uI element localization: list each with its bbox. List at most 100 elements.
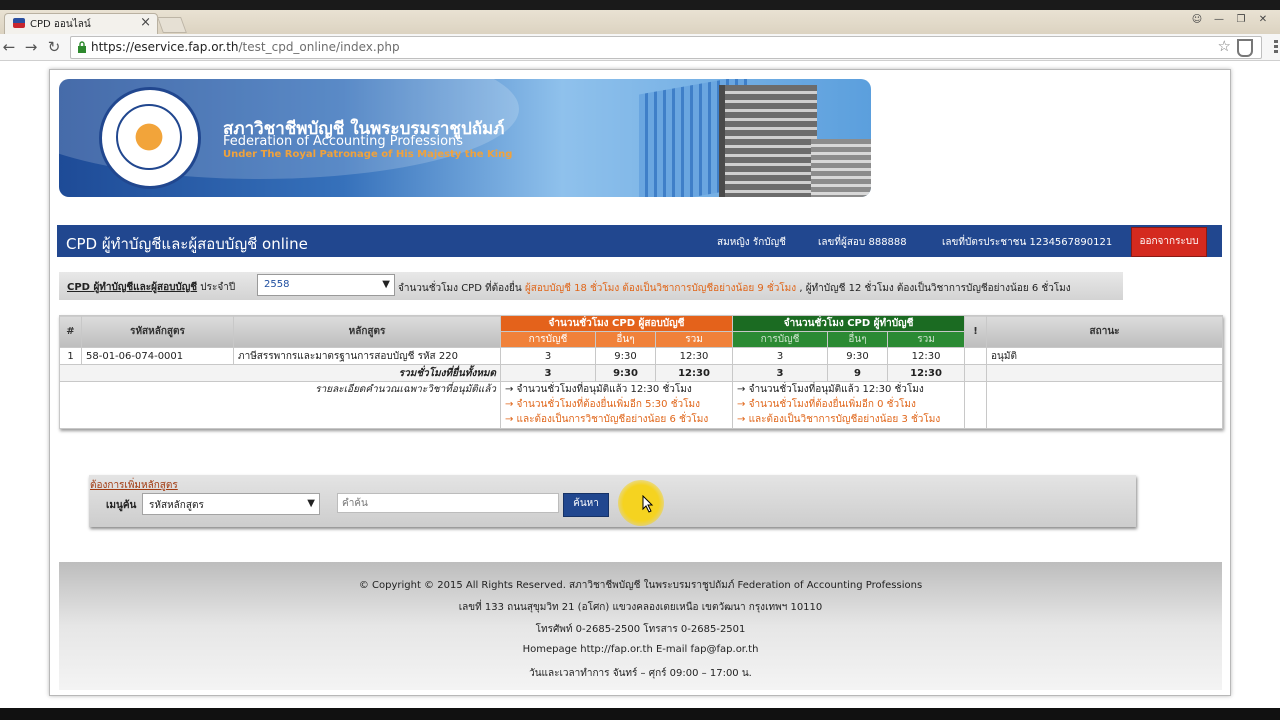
row-no: 1 — [59, 347, 82, 365]
summary-aud-total: 12:30 — [654, 364, 734, 382]
footer-web: Homepage http://fap.or.th E-mail fap@fap… — [522, 644, 759, 655]
row-code: 58-01-06-074-0001 — [81, 347, 234, 365]
search-by-label: เมนูค้น — [106, 500, 137, 511]
summary-acc-accounting: 3 — [732, 364, 829, 382]
filter-label-suffix: ประจำปี — [197, 282, 236, 293]
filter-label: CPD ผู้ทำบัญชีและผู้สอบบัญชี ประจำปี — [67, 280, 235, 295]
cpd-hours-table: # รหัสหลักสูตร หลักสูตร จำนวนชั่วโมง CPD… — [59, 315, 1224, 429]
window-controls: ☺ — ❐ ✕ — [1188, 12, 1272, 30]
banner-building-side — [811, 139, 871, 197]
col-aud-total: รวม — [654, 331, 734, 348]
detail-row: รายละเอียดคำนวณเฉพาะวิชาที่อนุมัติแล้ว →… — [59, 381, 1224, 429]
org-name-en: Federation of Accounting Professions — [223, 134, 464, 149]
note-auditor: ผู้สอบบัญชี 18 ชั่วโมง ต้องเป็นวิชาการบั… — [524, 283, 797, 294]
col-status: สถานะ — [986, 315, 1224, 348]
menu-icon[interactable] — [1274, 40, 1278, 54]
year-select[interactable]: 2558 ▼ — [257, 274, 395, 296]
exam-number: เลขที่ผู้สอบ 888888 — [818, 237, 907, 248]
summary-label: รวมชั่วโมงที่ยื่นทั้งหมด — [59, 364, 501, 382]
col-auditor-group: จำนวนชั่วโมง CPD ผู้สอบบัญชี — [499, 315, 734, 332]
col-aud-other: อื่นๆ — [595, 331, 656, 348]
detail-flag — [964, 381, 988, 429]
row-aud-other: 9:30 — [595, 347, 656, 365]
summary-acc-other: 9 — [827, 364, 889, 382]
footer-hours: วันและเวลาทำการ จันทร์ – ศุกร์ 09:00 – 1… — [529, 668, 752, 679]
summary-flag — [964, 364, 988, 382]
tab-title: CPD ออนไลน์ — [30, 19, 91, 30]
site-favicon-icon — [13, 18, 25, 28]
bookmark-star-icon[interactable]: ☆ — [1218, 37, 1231, 55]
footer-copyright: © Copyright © 2015 All Rights Reserved. … — [358, 580, 923, 591]
footer-phone: โทรศัพท์ 0-2685-2500 โทรสาร 0-2685-2501 — [535, 624, 746, 635]
search-by-value: รหัสหลักสูตร — [149, 500, 204, 511]
keyword-input[interactable] — [337, 493, 559, 513]
site-banner: สภาวิชาชีพบัญชี ในพระบรมราชูปถัมภ์ Feder… — [59, 79, 871, 197]
close-window-icon[interactable]: ✕ — [1254, 12, 1272, 28]
summary-row: รวมชั่วโมงที่ยื่นทั้งหมด 3 9:30 12:30 3 … — [59, 364, 1224, 382]
detail-accountant: → จำนวนชั่วโมงที่อนุมัติแล้ว 12:30 ชั่วโ… — [732, 381, 966, 429]
browser-tab[interactable]: CPD ออนไลน์ × — [4, 13, 158, 35]
row-aud-accounting: 3 — [500, 347, 596, 365]
back-icon[interactable]: ← — [0, 37, 18, 57]
page-container: สภาวิชาชีพบัญชี ในพระบรมราชูปถัมภ์ Feder… — [49, 69, 1231, 696]
row-course: ภาษีสรรพากรและมาตรฐานการสอบบัญชี รหัส 22… — [233, 347, 501, 365]
detail-auditor: → จำนวนชั่วโมงที่อนุมัติแล้ว 12:30 ชั่วโ… — [499, 381, 734, 429]
search-button[interactable]: ค้นหา — [563, 493, 609, 517]
add-course-link[interactable]: ต้องการเพิ่มหลักสูตร — [90, 478, 178, 493]
cpd-requirement-note: จำนวนชั่วโมง CPD ที่ต้องยื่น ผู้สอบบัญชี… — [398, 281, 1071, 296]
tab-close-icon[interactable]: × — [140, 15, 151, 30]
detail-auditor-line: → จำนวนชั่วโมงที่ต้องยื่นเพิ่มอีก 5:30 ช… — [505, 399, 700, 410]
cursor-highlight — [618, 480, 664, 526]
logout-button[interactable]: ออกจากระบบ — [1131, 227, 1207, 257]
col-aud-accounting: การบัญชี — [500, 331, 596, 348]
col-acc-total: รวม — [887, 331, 966, 348]
browser-toolbar: ← → ↻ https://eservice.fap.or.th/test_cp… — [0, 34, 1280, 61]
summary-acc-total: 12:30 — [887, 364, 966, 382]
detail-status — [986, 381, 1224, 429]
dropdown-arrow-icon: ▼ — [307, 498, 315, 509]
profile-icon[interactable]: ☺ — [1188, 12, 1206, 28]
url-path: /test_cpd_online/index.php — [238, 40, 400, 54]
add-course-panel: ต้องการเพิ่มหลักสูตร เมนูค้น รหัสหลักสูต… — [89, 475, 1136, 527]
row-aud-total: 12:30 — [654, 347, 734, 365]
detail-accountant-line: → จำนวนชั่วโมงที่อนุมัติแล้ว 12:30 ชั่วโ… — [737, 384, 924, 395]
forward-icon[interactable]: → — [22, 37, 40, 57]
user-name: สมหญิง รักบัญชี — [717, 237, 786, 248]
detail-accountant-line: → จำนวนชั่วโมงที่ต้องยื่นเพิ่มอีก 0 ชั่ว… — [737, 399, 916, 410]
search-by-select[interactable]: รหัสหลักสูตร ▼ — [142, 493, 320, 515]
cpd-link[interactable]: CPD ผู้ทำบัญชีและผู้สอบบัญชี — [67, 282, 197, 293]
row-acc-total: 12:30 — [887, 347, 966, 365]
browser-tab-strip: CPD ออนไลน์ × ☺ — ❐ ✕ — [0, 10, 1280, 35]
extension-shield-icon[interactable] — [1237, 39, 1253, 57]
detail-auditor-line: → จำนวนชั่วโมงที่อนุมัติแล้ว 12:30 ชั่วโ… — [505, 384, 692, 395]
note-accountant: , ผู้ทำบัญชี 12 ชั่วโมง ต้องเป็นวิชาการบ… — [796, 283, 1071, 294]
dropdown-arrow-icon: ▼ — [382, 279, 390, 290]
reload-icon[interactable]: ↻ — [45, 37, 63, 57]
page-title: CPD ผู้ทำบัญชีและผู้สอบบัญชี online — [66, 235, 308, 253]
col-code: รหัสหลักสูตร — [81, 315, 234, 348]
url-host: https://eservice.fap.or.th — [91, 40, 239, 54]
year-select-value: 2558 — [264, 279, 290, 290]
row-acc-other: 9:30 — [827, 347, 889, 365]
org-sub-en: Under The Royal Patronage of His Majesty… — [223, 149, 513, 160]
detail-auditor-line: → และต้องเป็นการวิชาบัญชีอย่างน้อย 6 ชั่… — [505, 414, 709, 425]
fap-logo-emblem — [116, 104, 182, 170]
lock-icon — [78, 41, 86, 53]
summary-aud-other: 9:30 — [595, 364, 656, 382]
footer-address: เลขที่ 133 ถนนสุขุมวิท 21 (อโศก) แขวงคลอ… — [458, 602, 823, 613]
maximize-icon[interactable]: ❐ — [1232, 12, 1250, 28]
summary-aud-accounting: 3 — [500, 364, 596, 382]
col-accountant-group: จำนวนชั่วโมง CPD ผู้ทำบัญชี — [732, 315, 966, 332]
address-bar[interactable]: https://eservice.fap.or.th/test_cpd_onli… — [70, 36, 1262, 59]
year-filter-bar: CPD ผู้ทำบัญชีและผู้สอบบัญชี ประจำปี 255… — [59, 272, 1123, 300]
row-flag — [964, 347, 988, 365]
col-acc-accounting: การบัญชี — [732, 331, 829, 348]
page-viewport: สภาวิชาชีพบัญชี ในพระบรมราชูปถัมภ์ Feder… — [0, 61, 1280, 708]
col-acc-other: อื่นๆ — [827, 331, 889, 348]
new-tab-button[interactable] — [157, 17, 187, 33]
banner-building-office — [719, 85, 817, 197]
fap-logo — [99, 87, 201, 189]
minimize-icon[interactable]: — — [1210, 12, 1228, 28]
note-prefix: จำนวนชั่วโมง CPD ที่ต้องยื่น — [398, 283, 525, 294]
col-flag: ! — [964, 315, 988, 348]
